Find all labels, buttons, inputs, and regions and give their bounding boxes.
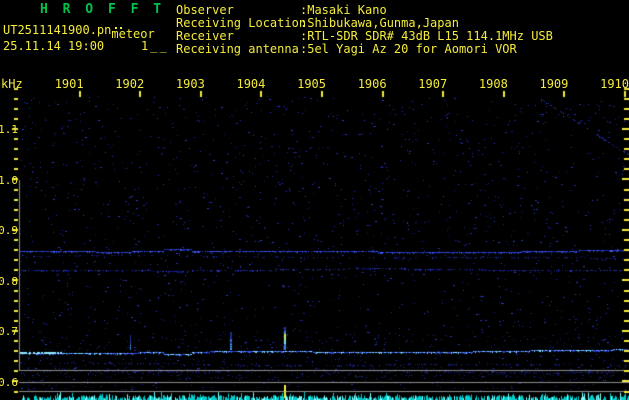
- app-title: H R O F F T: [40, 3, 165, 16]
- info-value: :5el Yagi Az 20 for Aomori VOR: [300, 43, 517, 56]
- frequency-axis-label: 1.0: [0, 174, 18, 187]
- header-info: Observer :Masaki Kano Receiving Location…: [176, 4, 306, 56]
- frequency-axis: 1.1 1.0 0.9 0.8 0.7 0.6: [0, 0, 24, 400]
- time-axis-label: 1903: [171, 78, 205, 91]
- hrofft-screen: H R O F F T UT2511141900.pnmeteor 25.11.…: [0, 0, 629, 400]
- time-axis-label: 1907: [413, 78, 447, 91]
- info-label: Receiving Location: [176, 16, 306, 30]
- filename-line: UT2511141900.pnmeteor: [3, 24, 155, 37]
- time-axis-label: 1909: [534, 78, 568, 91]
- info-label: Receiver: [176, 29, 234, 43]
- clipped-glyph-dots: [115, 27, 117, 29]
- spectrogram-canvas: [0, 0, 629, 400]
- info-row: Receiving antenna :5el Yagi Az 20 for Ao…: [176, 43, 306, 56]
- time-axis-label: 1905: [292, 78, 326, 91]
- time-axis-label: 1901: [50, 78, 84, 91]
- frequency-axis-label: 0.7: [0, 325, 18, 338]
- time-axis: 1901 1902 1903 1904 1905 1906 1907 1908 1909 1910: [0, 78, 629, 91]
- time-axis-label: 1908: [474, 78, 508, 91]
- info-label: Receiving antenna: [176, 42, 299, 56]
- time-axis-label: 1906: [353, 78, 387, 91]
- frequency-axis-label: 1.1: [0, 123, 18, 136]
- frequency-axis-label: 0.6: [0, 376, 18, 389]
- frequency-axis-label: 0.9: [0, 224, 18, 237]
- time-axis-label: 1904: [231, 78, 265, 91]
- time-axis-label: 1902: [110, 78, 144, 91]
- echo-counter: 1__: [141, 40, 169, 53]
- frequency-axis-label: 0.8: [0, 275, 18, 288]
- info-label: Observer: [176, 3, 234, 17]
- time-axis-label: 1910: [595, 78, 629, 91]
